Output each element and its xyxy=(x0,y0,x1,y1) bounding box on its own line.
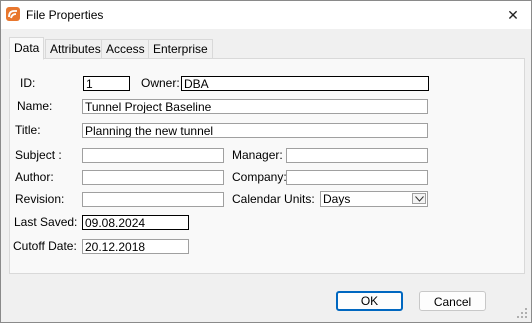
title-field[interactable]: Planning the new tunnel xyxy=(82,123,428,138)
author-label: Author: xyxy=(15,170,54,184)
company-field[interactable] xyxy=(286,170,428,185)
subject-field[interactable] xyxy=(82,148,224,163)
calendar-units-select[interactable]: Days xyxy=(320,191,428,207)
close-icon[interactable]: ✕ xyxy=(495,1,531,29)
manager-field[interactable] xyxy=(286,148,428,163)
resize-grip-icon[interactable] xyxy=(516,307,528,322)
calendar-units-label: Calendar Units: xyxy=(232,192,315,206)
ok-button[interactable]: OK xyxy=(336,291,403,311)
cutoff-date-field[interactable]: 20.12.2018 xyxy=(82,239,189,254)
title-label: Title: xyxy=(15,123,41,137)
last-saved-field[interactable]: 09.08.2024 xyxy=(82,215,189,230)
author-field[interactable] xyxy=(82,170,224,185)
last-saved-label: Last Saved: xyxy=(14,215,78,229)
tab-attributes[interactable]: Attributes xyxy=(45,39,106,58)
owner-field[interactable]: DBA xyxy=(181,76,429,91)
title-bar[interactable]: File Properties ✕ xyxy=(1,1,531,29)
cancel-button[interactable]: Cancel xyxy=(419,291,486,311)
name-label: Name: xyxy=(17,99,53,113)
tab-data[interactable]: Data xyxy=(9,37,45,60)
app-icon xyxy=(6,7,20,21)
company-label: Company: xyxy=(232,170,287,184)
chevron-down-icon[interactable] xyxy=(412,193,426,204)
id-label: ID: xyxy=(20,76,36,90)
owner-label: Owner: xyxy=(141,76,180,90)
revision-label: Revision: xyxy=(15,192,65,206)
name-field[interactable]: Tunnel Project Baseline xyxy=(82,99,428,114)
subject-label: Subject : xyxy=(15,148,62,162)
cutoff-date-label: Cutoff Date: xyxy=(13,239,77,253)
data-tab-panel: ID: 1 Owner: DBA Name: Tunnel Project Ba… xyxy=(9,58,525,274)
tab-enterprise-fields[interactable]: Enterprise Fields xyxy=(148,39,213,74)
tab-access[interactable]: Access xyxy=(101,39,150,58)
window-title: File Properties xyxy=(26,8,104,22)
file-properties-dialog: File Properties ✕ Data Attributes Access… xyxy=(0,0,532,323)
revision-field[interactable] xyxy=(82,192,224,207)
calendar-units-value: Days xyxy=(323,192,351,206)
manager-label: Manager: xyxy=(232,148,283,162)
id-field[interactable]: 1 xyxy=(83,76,130,91)
